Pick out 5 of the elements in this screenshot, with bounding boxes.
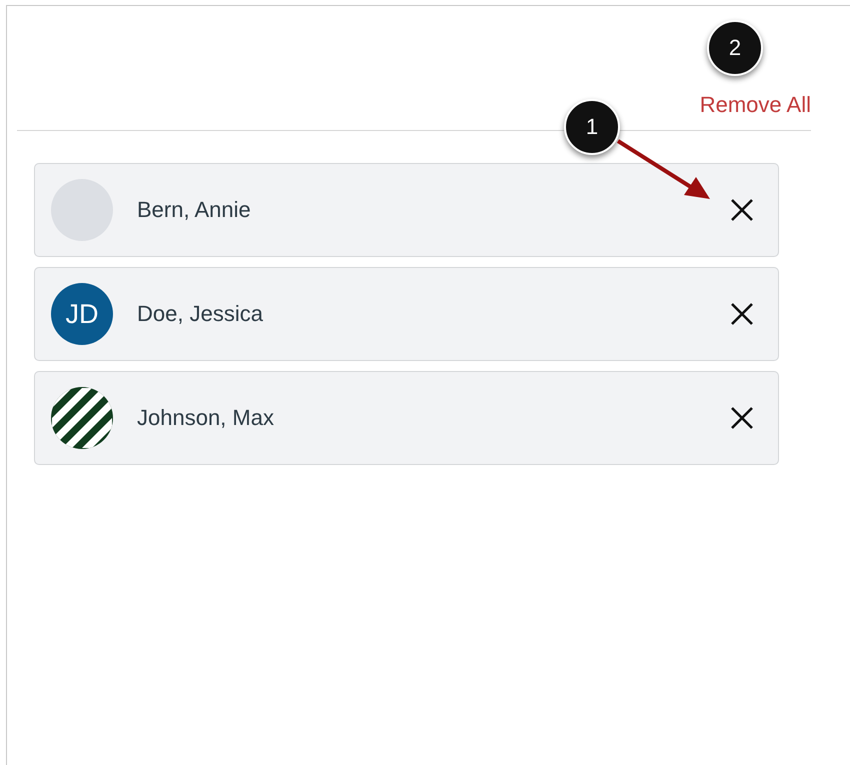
recipient-name: Doe, Jessica <box>137 301 264 327</box>
remove-all-link[interactable]: Remove All <box>700 92 811 118</box>
recipient-name: Bern, Annie <box>137 197 252 223</box>
recipient-name: Johnson, Max <box>137 405 275 431</box>
initials-avatar: JD <box>51 283 113 345</box>
